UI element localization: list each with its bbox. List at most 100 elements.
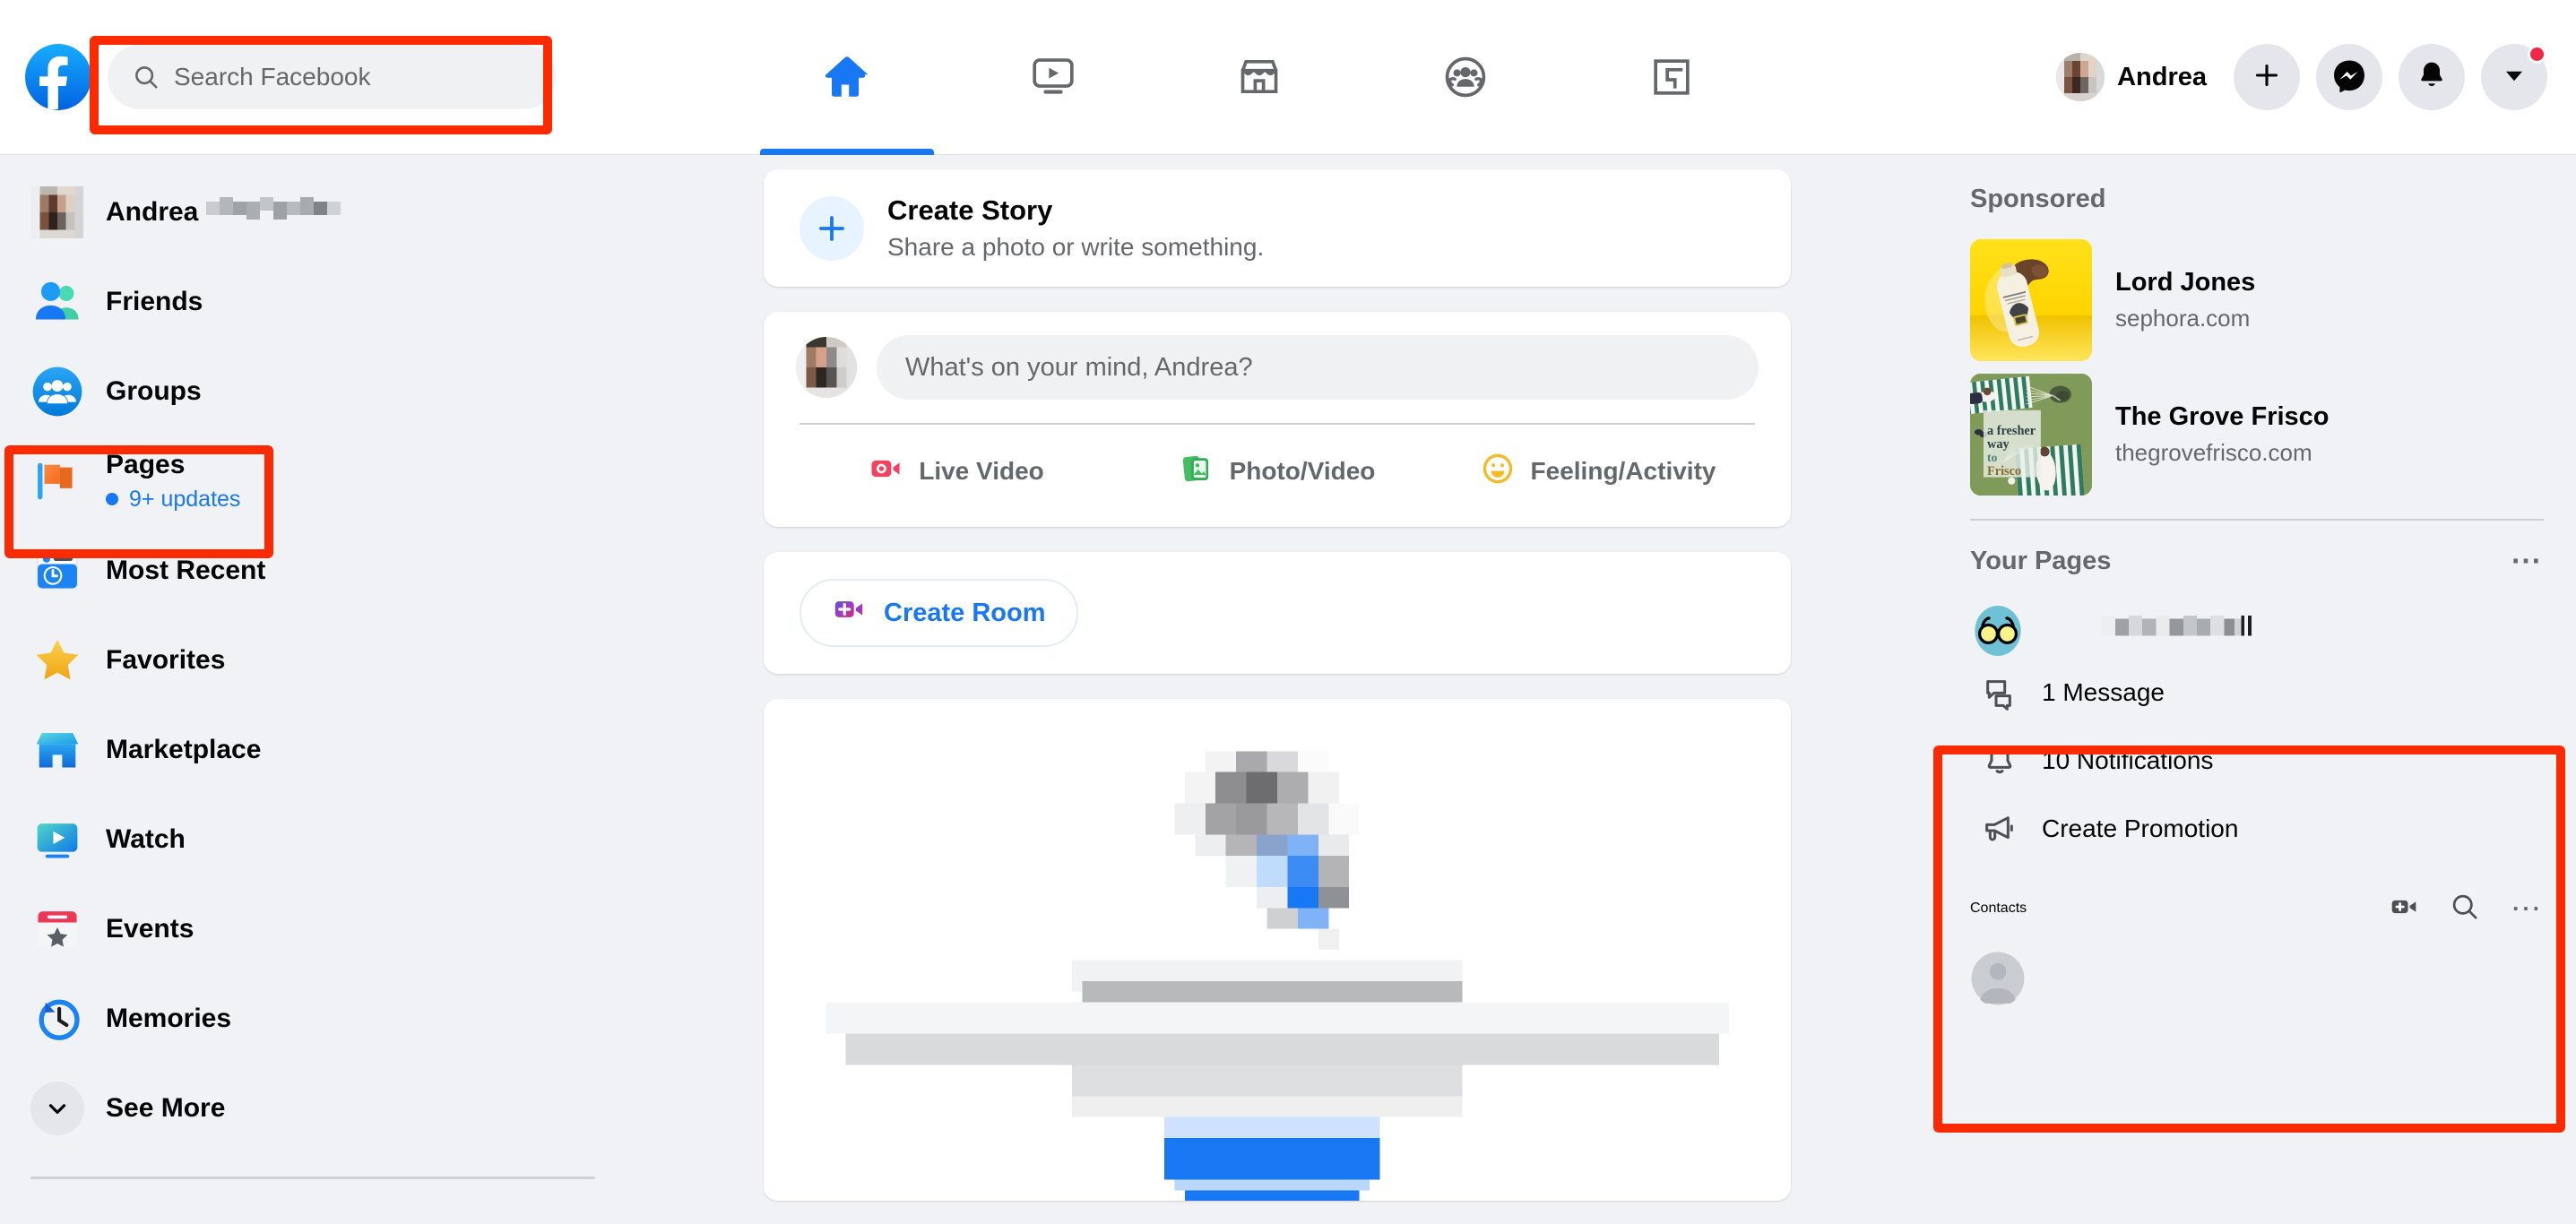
create-room-button[interactable]: Create Room: [800, 579, 1078, 647]
your-pages-section: Your Pages ⋯ 1 Message 10 Notifications …: [1970, 524, 2544, 863]
post-redacted-content: [764, 699, 1791, 1201]
primary-nav-tabs: [744, 0, 2056, 155]
create-button[interactable]: [2234, 44, 2300, 110]
svg-text:to: to: [1987, 451, 1998, 464]
profile-name-label: Andrea: [2117, 62, 2207, 91]
composer-input[interactable]: What's on your mind, Andrea?: [877, 335, 1759, 400]
feeling-activity-icon: [1481, 452, 1515, 492]
ad-image-lord-jones: [1970, 239, 2092, 361]
sidebar-item-memories[interactable]: Memories: [20, 974, 645, 1064]
sidebar-item-label: Marketplace: [106, 734, 262, 764]
your-pages-item-label: Create Promotion: [2042, 815, 2239, 842]
messenger-button[interactable]: [2316, 44, 2382, 110]
contacts-list-partial: [1970, 951, 2544, 1011]
sidebar-item-groups[interactable]: Groups: [20, 347, 645, 436]
sponsored-ad-lord-jones[interactable]: Lord Jones sephora.com: [1970, 239, 2544, 361]
sidebar-item-pages[interactable]: Pages 9+ updates: [20, 436, 645, 526]
sidebar-item-watch[interactable]: Watch: [20, 795, 645, 884]
nav-tab-marketplace[interactable]: [1156, 0, 1362, 155]
sidebar-divider: [30, 1177, 595, 1179]
avatar: [2056, 53, 2105, 101]
nav-tab-home[interactable]: [744, 0, 950, 155]
your-pages-page-row[interactable]: [1970, 603, 2544, 659]
redacted-name-block: [202, 192, 345, 233]
megaphone-icon: [1979, 808, 2020, 849]
composer-action-photo-video[interactable]: Photo/Video: [1117, 452, 1438, 492]
composer-action-feeling-activity[interactable]: Feeling/Activity: [1438, 452, 1759, 492]
chevron-down-icon: [2501, 62, 2528, 93]
your-pages-heading-text: Your Pages: [1970, 546, 2112, 575]
nav-tab-groups[interactable]: [1362, 0, 1569, 155]
feed-post-card[interactable]: [764, 699, 1791, 1201]
marketplace-icon: [30, 723, 84, 777]
sidebar-item-friends[interactable]: Friends: [20, 257, 645, 347]
notifications-button[interactable]: [2399, 44, 2465, 110]
favorites-icon: [30, 634, 84, 687]
sponsored-heading-text: Sponsored: [1970, 184, 2106, 213]
more-horizontal-icon[interactable]: ⋯: [2511, 546, 2544, 576]
sidebar-item-favorites[interactable]: Favorites: [20, 616, 645, 705]
bell-outline-icon: [1979, 740, 2020, 781]
svg-text:Frisco: Frisco: [1987, 464, 2021, 478]
composer-action-live-video[interactable]: Live Video: [796, 452, 1117, 492]
news-feed-column: Create Story Share a photo or write some…: [744, 155, 1811, 1224]
contacts-heading-text: Contacts: [1970, 901, 2027, 916]
nav-tab-gaming[interactable]: [1569, 0, 1775, 155]
create-room-card: Create Room: [764, 552, 1791, 674]
composer-row: What's on your mind, Andrea?: [796, 335, 1759, 400]
sidebar-item-marketplace[interactable]: Marketplace: [20, 705, 645, 795]
search-placeholder-text: Search Facebook: [174, 63, 371, 91]
sidebar-item-events[interactable]: Events: [20, 884, 645, 974]
sidebar-item-label: Memories: [106, 1003, 232, 1033]
your-pages-item-notifications[interactable]: 10 Notifications: [1970, 727, 2544, 795]
video-plus-icon[interactable]: [2389, 892, 2419, 927]
svg-text:way: way: [1987, 437, 2010, 452]
memories-icon: [30, 992, 84, 1046]
sidebar-item-profile[interactable]: Andrea: [20, 168, 645, 257]
search-input[interactable]: Search Facebook: [108, 45, 556, 109]
photo-video-icon: [1180, 452, 1214, 492]
sidebar-item-label: Groups: [106, 375, 202, 406]
facebook-logo-icon[interactable]: [25, 44, 91, 110]
your-pages-item-create-promotion[interactable]: Create Promotion: [1970, 795, 2544, 863]
post-composer-card: What's on your mind, Andrea? Live Video: [764, 312, 1791, 527]
status-badge: [2528, 45, 2546, 64]
chevron-down-icon: [30, 1082, 84, 1135]
composer-action-label: Feeling/Activity: [1530, 457, 1716, 485]
see-more-icon-wrapper: [30, 1082, 84, 1135]
ad-title: Lord Jones: [2115, 268, 2256, 297]
sponsored-ad-the-grove-frisco[interactable]: a fresher way to Frisco The Grove Frisco…: [1970, 374, 2544, 496]
page-avatar-glasses-eyes-icon: [1970, 603, 2026, 659]
composer-action-label: Photo/Video: [1229, 457, 1376, 485]
profile-chip[interactable]: Andrea: [2056, 53, 2207, 101]
your-pages-item-messages[interactable]: 1 Message: [1970, 659, 2544, 727]
create-story-title: Create Story: [887, 194, 1053, 226]
your-pages-item-label: 10 Notifications: [2042, 746, 2214, 774]
friends-icon: [30, 275, 84, 329]
sidebar-item-see-more[interactable]: See More: [20, 1064, 645, 1153]
rail-divider: [1970, 519, 2544, 521]
composer-action-label: Live Video: [919, 457, 1044, 485]
ad-title: The Grove Frisco: [2115, 402, 2330, 431]
nav-tab-watch[interactable]: [950, 0, 1156, 155]
your-pages-heading: Your Pages ⋯: [1970, 533, 2544, 589]
search-icon[interactable]: [2450, 892, 2480, 927]
sidebar-item-label: Pages: [106, 450, 186, 480]
bell-icon: [2416, 59, 2448, 96]
composer-placeholder-text: What's on your mind, Andrea?: [905, 352, 1253, 382]
pages-icon: [30, 454, 84, 508]
sidebar-item-most-recent[interactable]: Most Recent: [20, 526, 645, 616]
right-sidebar: Sponsored Lord Jones sephora.com a fresh…: [1936, 155, 2576, 1224]
message-icon: [1979, 672, 2020, 713]
sidebar-item-label: Watch: [106, 823, 186, 854]
contacts-actions: ⋯: [2389, 892, 2544, 927]
video-room-icon: [832, 592, 866, 634]
contacts-heading: Contacts ⋯: [1970, 875, 2544, 942]
create-story-card[interactable]: Create Story Share a photo or write some…: [764, 169, 1791, 287]
your-pages-item-label: 1 Message: [2042, 678, 2165, 706]
more-horizontal-icon[interactable]: ⋯: [2511, 893, 2544, 924]
svg-text:a fresher: a fresher: [1987, 424, 2036, 438]
sidebar-item-label: Events: [106, 913, 194, 944]
page-name-redacted: [2045, 611, 2314, 651]
account-menu-button[interactable]: [2481, 44, 2547, 110]
